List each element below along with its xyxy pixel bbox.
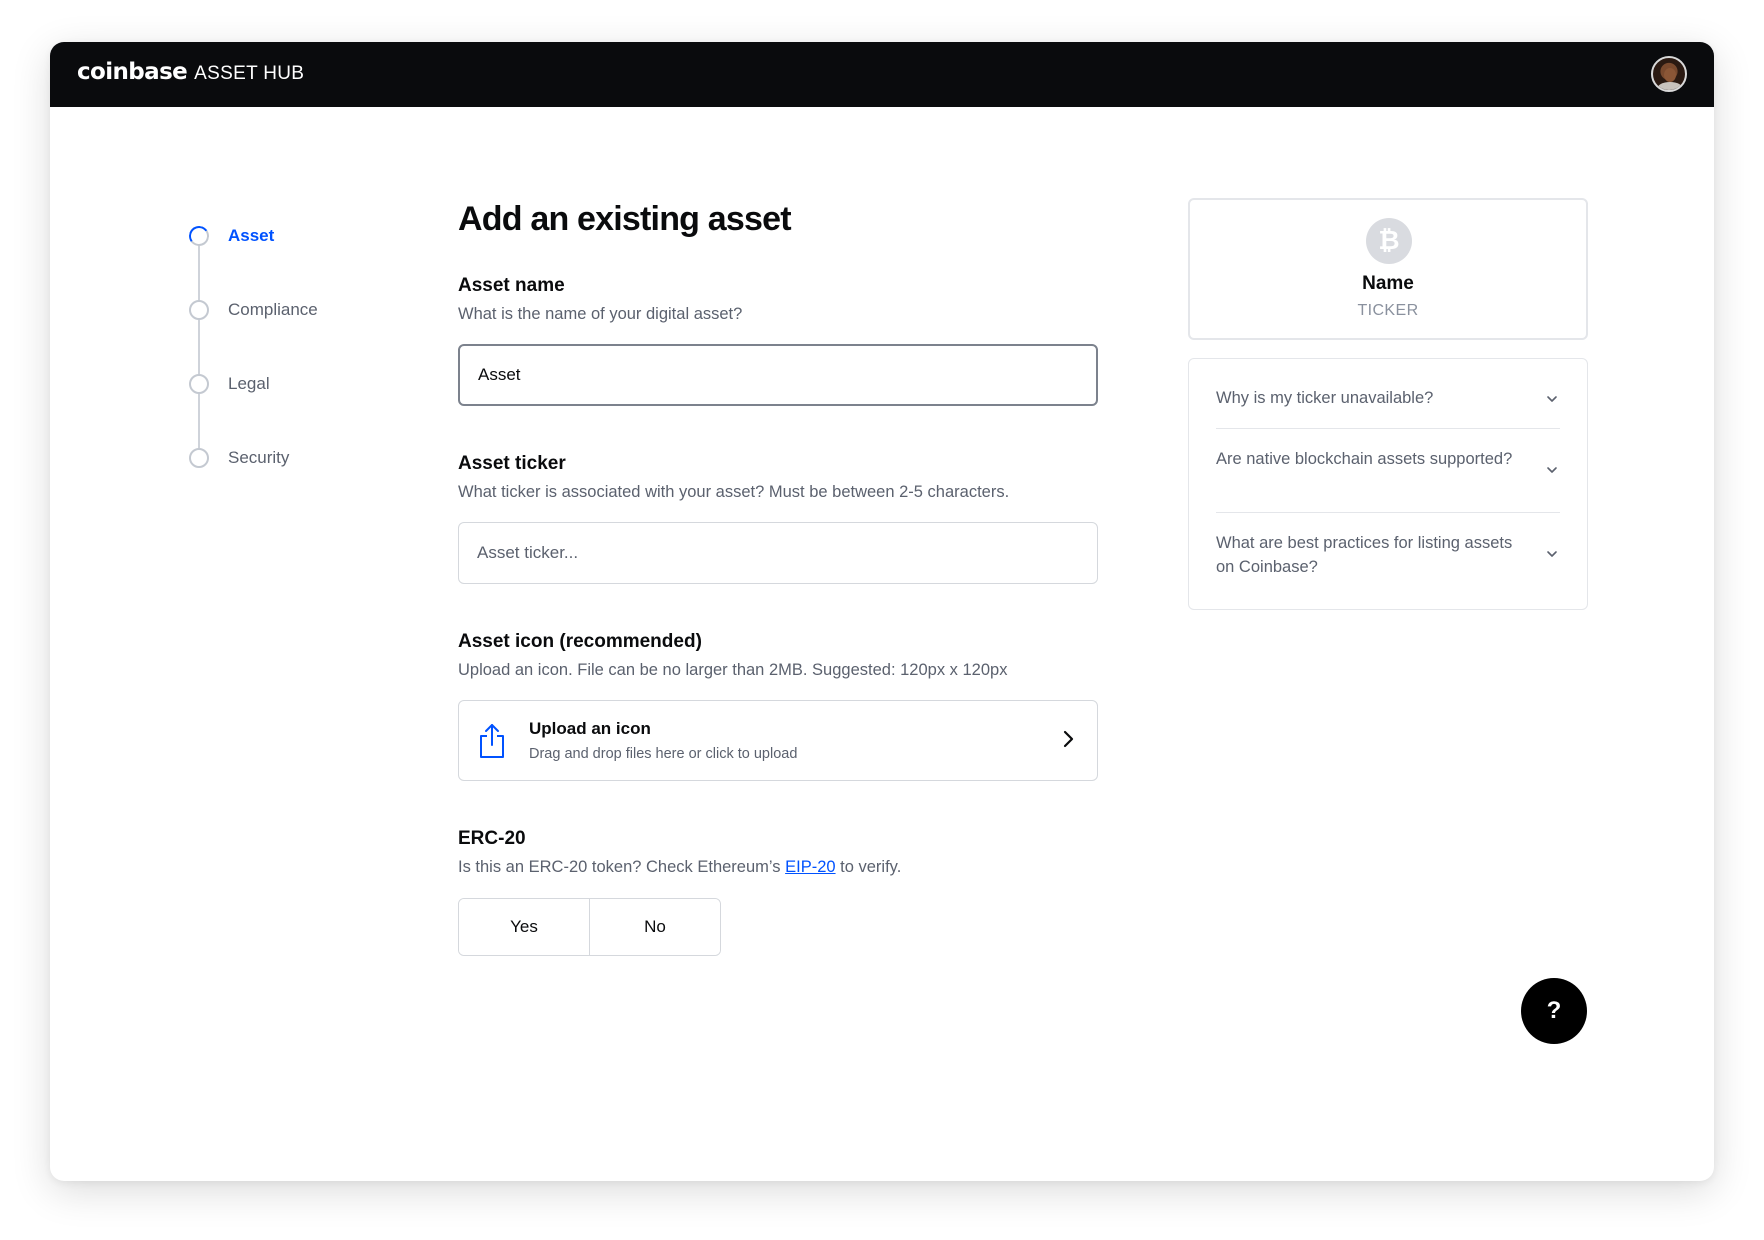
faq-item[interactable]: Why is my ticker unavailable? xyxy=(1216,359,1560,429)
chevron-right-icon xyxy=(1063,730,1075,753)
step-indicator xyxy=(189,448,209,468)
user-avatar[interactable] xyxy=(1651,56,1687,92)
faq-item[interactable]: Are native blockchain assets supported? xyxy=(1216,429,1560,513)
share-upload-icon xyxy=(479,723,505,759)
erc20-description-text: Is this an ERC-20 token? Check Ethereum’… xyxy=(458,858,786,876)
erc20-yes-button[interactable]: Yes xyxy=(459,899,589,955)
faq-item[interactable]: What are best practices for listing asse… xyxy=(1216,513,1560,607)
step-label: Security xyxy=(228,448,290,467)
asset-icon-description: Upload an icon. File can be no larger th… xyxy=(458,661,1008,679)
asset-icon-label: Asset icon (recommended) xyxy=(458,631,702,652)
avatar-face xyxy=(1664,68,1676,82)
erc20-description-suffix: to verify. xyxy=(835,858,902,876)
faq-question: Are native blockchain assets supported? xyxy=(1216,450,1513,468)
asset-ticker-input[interactable] xyxy=(458,522,1098,584)
top-navbar: coinbase ASSET HUB xyxy=(50,42,1714,107)
upload-text: Upload an icon Drag and drop files here … xyxy=(529,719,797,762)
asset-ticker-description: What ticker is associated with your asse… xyxy=(458,483,1010,501)
bitcoin-icon: ₿ xyxy=(1366,218,1412,264)
step-indicator-active xyxy=(187,224,211,248)
asset-ticker-label: Asset ticker xyxy=(458,453,566,474)
faq-accordion: Why is my ticker unavailable? Are native… xyxy=(1188,358,1588,610)
erc20-toggle-group: Yes No xyxy=(458,898,721,956)
app-window: coinbase ASSET HUB Asset Compliance Lega… xyxy=(50,42,1714,1181)
chevron-down-icon xyxy=(1546,543,1558,567)
upload-subtitle: Drag and drop files here or click to upl… xyxy=(529,746,798,762)
product-name: ASSET HUB xyxy=(194,63,305,84)
brand[interactable]: coinbase ASSET HUB xyxy=(77,59,304,85)
page-title: Add an existing asset xyxy=(458,200,792,238)
faq-question: Why is my ticker unavailable? xyxy=(1216,389,1434,407)
step-security[interactable]: Security xyxy=(189,447,289,469)
preview-ticker: TICKER xyxy=(1357,302,1419,319)
step-label: Compliance xyxy=(228,300,318,319)
asset-name-description: What is the name of your digital asset? xyxy=(458,305,743,323)
faq-question: What are best practices for listing asse… xyxy=(1216,534,1513,576)
asset-name-label: Asset name xyxy=(458,275,565,296)
step-indicator xyxy=(189,300,209,320)
erc20-no-button[interactable]: No xyxy=(589,899,720,955)
avatar-shirt xyxy=(1657,82,1683,90)
asset-preview-card: ₿ Name TICKER xyxy=(1188,198,1588,340)
step-label: Asset xyxy=(228,226,275,245)
step-asset[interactable]: Asset xyxy=(187,224,275,248)
upload-title: Upload an icon xyxy=(529,719,651,738)
step-legal[interactable]: Legal xyxy=(189,373,270,395)
step-label: Legal xyxy=(228,374,270,393)
erc20-label: ERC-20 xyxy=(458,828,526,849)
eip20-link[interactable]: EIP-20 xyxy=(785,858,835,876)
chevron-down-icon xyxy=(1546,388,1558,412)
erc20-description: Is this an ERC-20 token? Check Ethereum’… xyxy=(458,858,901,877)
step-indicator xyxy=(189,374,209,394)
help-button[interactable]: ? xyxy=(1521,978,1587,1044)
preview-name: Name xyxy=(1362,273,1414,294)
stepper-line xyxy=(198,237,200,459)
asset-name-input[interactable] xyxy=(458,344,1098,406)
coinbase-logo: coinbase xyxy=(77,59,188,85)
step-compliance[interactable]: Compliance xyxy=(189,299,318,321)
upload-icon-dropzone[interactable]: Upload an icon Drag and drop files here … xyxy=(458,700,1098,781)
chevron-down-icon xyxy=(1546,459,1558,483)
